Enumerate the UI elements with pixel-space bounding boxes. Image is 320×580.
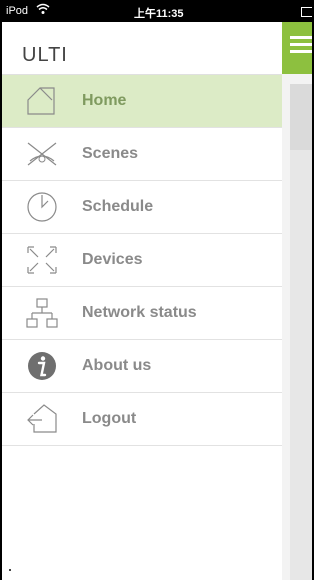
menu-item-label: Schedule <box>82 198 154 215</box>
app-frame: iPod 上午11:35 ULTI Home Scenes Schedule D… <box>0 0 314 580</box>
main-column-peek <box>290 150 312 580</box>
main-header-bar <box>282 22 312 74</box>
side-menu: Home Scenes Schedule Devices Network sta… <box>2 75 282 446</box>
network-icon <box>24 296 60 330</box>
status-time: 上午11:35 <box>134 8 184 20</box>
menu-item-label: Devices <box>82 251 143 268</box>
menu-item-scenes[interactable]: Scenes <box>2 128 282 181</box>
devices-icon <box>24 243 60 277</box>
drawer-header: ULTI <box>2 22 282 75</box>
menu-item-label: Logout <box>82 410 137 427</box>
menu-item-label: Network status <box>82 304 197 321</box>
menu-item-schedule[interactable]: Schedule <box>2 181 282 234</box>
menu-item-network-status[interactable]: Network status <box>2 287 282 340</box>
hamburger-menu-icon[interactable] <box>290 36 312 56</box>
menu-item-about-us[interactable]: About us <box>2 340 282 393</box>
logout-icon <box>24 402 60 436</box>
clock-icon <box>24 190 60 224</box>
battery-icon <box>301 7 312 17</box>
home-icon <box>24 84 60 118</box>
menu-item-logout[interactable]: Logout <box>2 393 282 446</box>
wifi-icon <box>36 3 50 18</box>
main-card-peek <box>290 84 312 150</box>
main-content-peek <box>282 22 312 580</box>
carrier-label: iPod <box>6 5 29 17</box>
side-drawer: ULTI Home Scenes Schedule Devices Networ… <box>2 22 283 580</box>
scenes-icon <box>24 137 60 171</box>
menu-item-home[interactable]: Home <box>2 75 282 128</box>
status-bar: iPod 上午11:35 <box>2 2 312 22</box>
menu-item-devices[interactable]: Devices <box>2 234 282 287</box>
menu-item-label: Home <box>82 92 127 109</box>
menu-item-label: Scenes <box>82 145 139 162</box>
info-icon <box>24 349 60 383</box>
app-title: ULTI <box>22 44 68 66</box>
corner-dot <box>9 569 11 571</box>
menu-item-label: About us <box>82 357 152 374</box>
